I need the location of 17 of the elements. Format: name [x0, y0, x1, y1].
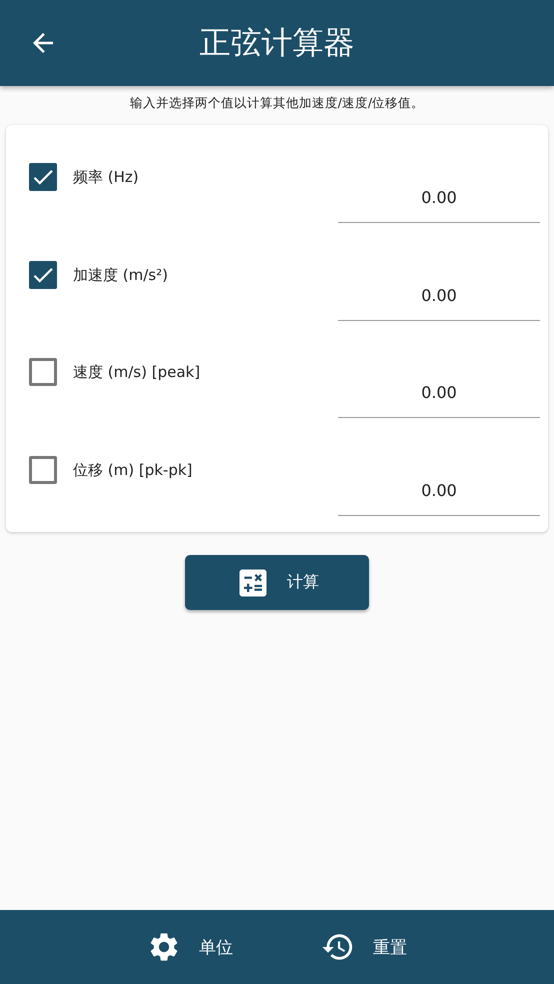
instruction-text: 输入并选择两个值以计算其他加速度/速度/位移值。 — [128, 95, 426, 112]
reset-button[interactable]: 重置 — [321, 930, 407, 964]
checkbox[interactable] — [29, 260, 57, 288]
page-title: 正弦计算器 — [200, 24, 354, 63]
field-label: 位移 (m) [pk-pk] — [73, 460, 194, 480]
input-field[interactable]: 0.00 — [338, 270, 540, 320]
calculate-button[interactable]: 计算 — [185, 555, 369, 610]
checkbox[interactable] — [29, 358, 57, 386]
field-label: 加速度 (m/s²) — [73, 266, 169, 284]
input-field[interactable]: 0.00 — [338, 466, 540, 516]
field-label: 速度 (m/s) [peak] — [73, 363, 202, 382]
checkbox[interactable] — [29, 163, 57, 191]
field-label: 频率 (Hz) — [73, 168, 140, 187]
units-button[interactable]: 单位 — [147, 930, 233, 964]
input-field[interactable]: 0.00 — [338, 368, 540, 418]
checkbox[interactable] — [29, 456, 57, 484]
input-field[interactable]: 0.00 — [338, 173, 540, 223]
